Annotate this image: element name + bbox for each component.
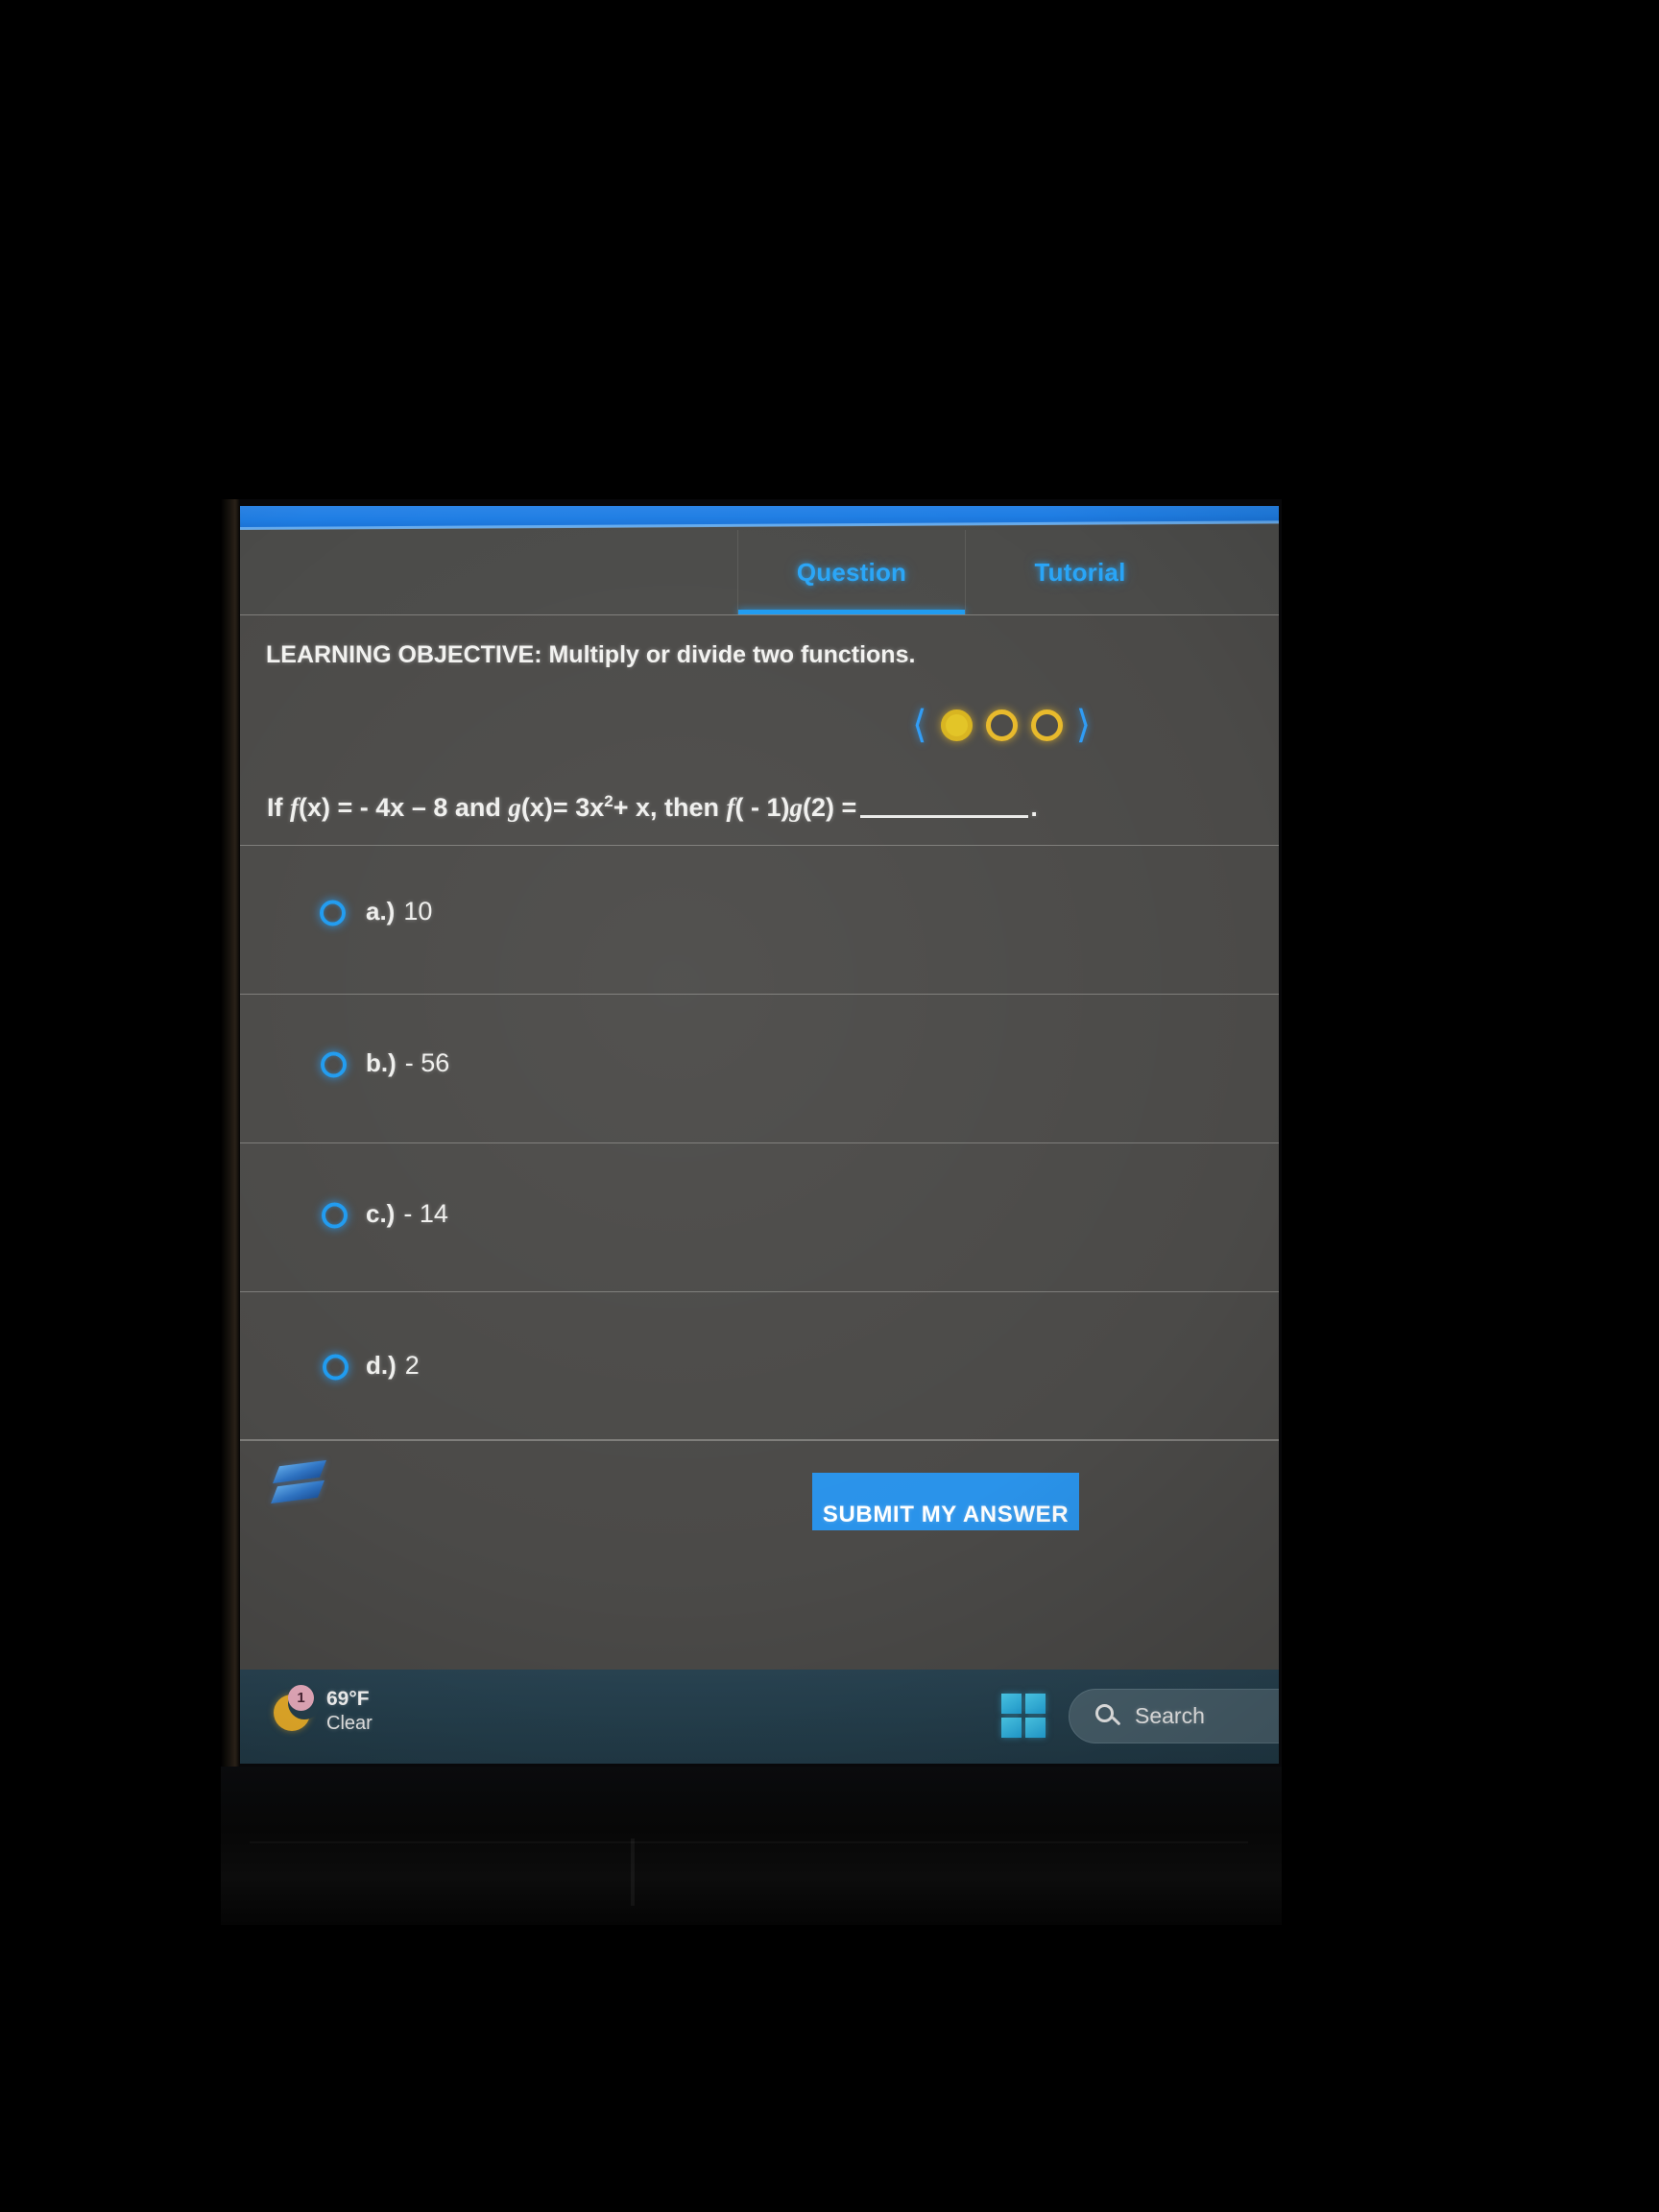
search-icon-ring [1095,1704,1114,1722]
prompt-if: If [267,793,283,822]
weather-condition: Clear [326,1712,373,1734]
answer-option-a[interactable]: a.) 10 [240,845,1279,994]
prompt-period: . [1030,793,1038,822]
answer-value-b: - 56 [404,1048,450,1077]
prompt-and: and [454,793,501,822]
radio-button-b[interactable] [321,1051,347,1078]
monitor-bezel-bottom [221,1767,1282,1925]
prompt-eq2-base: = 3x [552,793,605,822]
submit-button-label: SUBMIT MY ANSWER [822,1502,1070,1527]
tab-question-label: Question [796,557,907,587]
screen: Question Tutorial LEARNING OBJECTIVE: Mu… [240,506,1279,1764]
start-tile-3 [1001,1718,1022,1738]
taskbar-weather-widget[interactable]: 1 69°F Clear [272,1685,373,1735]
prompt-equals: = [841,793,857,822]
start-tile-2 [1025,1694,1046,1714]
answer-label-a: a.) 10 [366,897,432,926]
windows-taskbar: 1 69°F Clear Search [240,1670,1279,1764]
prompt-expr-f-arg: ( - 1) [734,793,790,822]
question-footer: SUBMIT MY ANSWER [240,1440,1279,1555]
monitor-photo: Question Tutorial LEARNING OBJECTIVE: Mu… [0,0,1659,2212]
answer-label-d: d.) 2 [366,1351,420,1381]
answer-value-c: - 14 [403,1199,448,1228]
answer-option-d[interactable]: d.) 2 [240,1291,1279,1440]
chevron-right-icon[interactable]: ⟩ [1076,706,1092,744]
start-tile-1 [1001,1694,1022,1714]
sophia-logo-icon[interactable] [271,1458,326,1510]
prompt-expr-g-arg: (2) [803,793,835,822]
radio-button-d[interactable] [323,1354,349,1381]
answer-key-b: b.) [366,1048,397,1077]
logo-stroke-bottom [271,1479,325,1504]
tab-question[interactable]: Question [737,530,966,614]
learning-objective: LEARNING OBJECTIVE: Multiply or divide t… [266,641,915,669]
answer-blank [860,797,1029,818]
answer-key-c: c.) [366,1199,396,1228]
notification-badge: 1 [288,1685,314,1711]
prompt-eq2-tail: + x, [613,793,658,822]
prompt-exponent: 2 [604,792,613,810]
answer-value-a: 10 [403,897,433,926]
divider-top [240,614,1279,615]
crescent-moon-icon: 1 [272,1685,321,1733]
answer-label-c: c.) - 14 [366,1199,448,1229]
question-pager: ⟨ ⟩ [912,706,1091,744]
logo-stroke-top [273,1459,326,1484]
weather-text: 69°F Clear [326,1687,373,1735]
search-icon [1095,1704,1121,1728]
prompt-f-args: (x) [299,793,331,822]
answer-option-b[interactable]: b.) - 56 [240,994,1279,1142]
answer-key-a: a.) [366,897,396,926]
answer-value-d: 2 [404,1351,420,1380]
radio-button-c[interactable] [322,1202,348,1229]
start-tile-4 [1025,1718,1046,1738]
pager-dot-1[interactable] [940,709,973,741]
monitor-bezel-left [221,499,240,1920]
question-prompt: If f(x) = - 4x – 8 and g(x)= 3x2+ x, the… [267,792,1038,823]
prompt-f: f [290,793,300,822]
question-panel: LEARNING OBJECTIVE: Multiply or divide t… [240,614,1279,1764]
pager-dot-3[interactable] [1030,709,1063,741]
pager-dot-2[interactable] [985,709,1018,741]
prompt-eq1: = - 4x – 8 [337,793,448,822]
tab-bar: Question Tutorial [240,530,1279,614]
learning-objective-text: Multiply or divide two functions. [548,641,916,668]
weather-temperature: 69°F [326,1688,370,1710]
prompt-expr-f: f [726,793,735,822]
answer-list: a.) 10 b.) - 56 c.) - 14 d.) 2 [240,845,1279,1440]
taskbar-search-box[interactable]: Search [1069,1689,1279,1743]
search-icon-handle [1111,1716,1121,1726]
answer-label-b: b.) - 56 [366,1048,449,1078]
search-placeholder: Search [1135,1703,1205,1728]
learning-objective-prefix: LEARNING OBJECTIVE: [266,641,542,668]
prompt-g-args: (x) [520,793,553,822]
windows-start-icon[interactable] [1001,1694,1046,1738]
prompt-g: g [508,793,521,822]
tab-tutorial-label: Tutorial [1034,557,1126,587]
answer-option-c[interactable]: c.) - 14 [240,1142,1279,1291]
submit-my-answer-button[interactable]: SUBMIT MY ANSWER [812,1473,1079,1530]
prompt-expr-g: g [789,793,804,822]
chevron-left-icon[interactable]: ⟨ [912,706,927,744]
answer-key-d: d.) [366,1351,397,1380]
radio-button-a[interactable] [320,900,346,926]
prompt-then: then [664,793,720,822]
tab-tutorial[interactable]: Tutorial [967,530,1193,614]
monitor-bezel-notch [631,1839,635,1906]
